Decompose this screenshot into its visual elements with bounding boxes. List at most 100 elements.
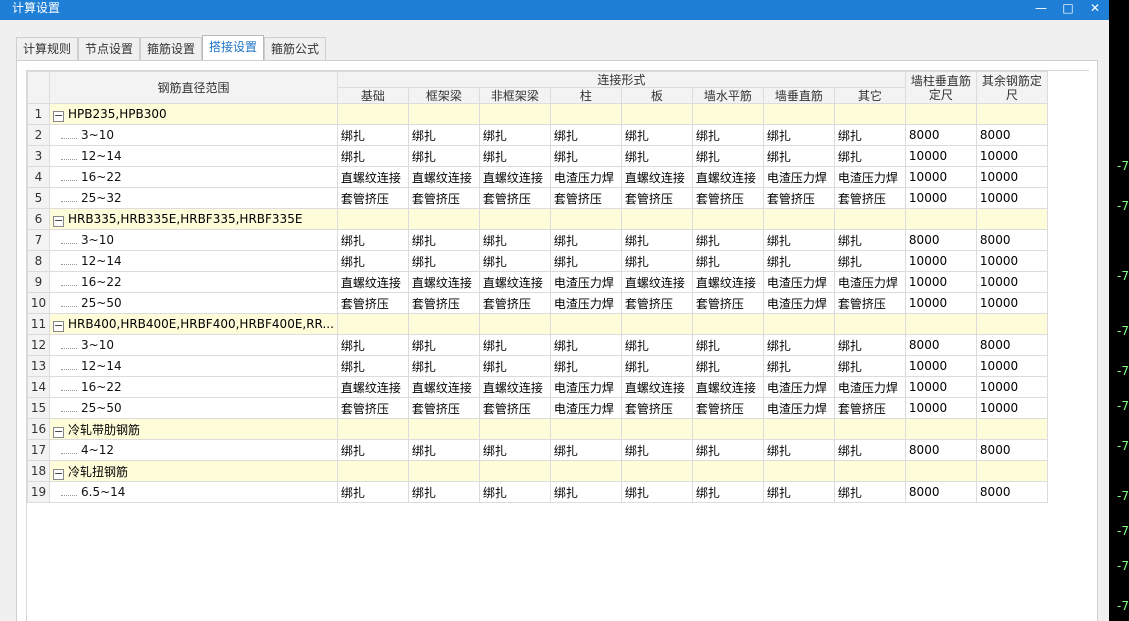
connection-type-cell[interactable]: 绑扎 bbox=[478, 229, 551, 251]
group-name-cell[interactable]: − 冷轧扭钢筋 bbox=[49, 460, 338, 482]
connection-type-cell[interactable]: 直螺纹连接 bbox=[691, 271, 764, 293]
connection-type-cell[interactable]: 绑扎 bbox=[336, 439, 409, 461]
table-row[interactable]: 10 25~50 套管挤压 套管挤压 套管挤压 电渣压力焊 套管挤压 套管挤压 电渣压力焊 套管挤… bbox=[27, 292, 1048, 314]
wall-column-length-cell[interactable]: 10000 bbox=[904, 145, 977, 167]
connection-type-cell[interactable]: 套管挤压 bbox=[478, 397, 551, 419]
group-name-cell[interactable]: − HRB335,HRB335E,HRBF335,HRBF335E bbox=[49, 208, 338, 230]
wall-column-length-cell[interactable]: 8000 bbox=[904, 481, 977, 503]
wall-column-length-cell[interactable]: 8000 bbox=[904, 439, 977, 461]
connection-type-cell[interactable]: 电渣压力焊 bbox=[549, 271, 622, 293]
connection-type-cell[interactable]: 绑扎 bbox=[336, 145, 409, 167]
connection-type-cell[interactable]: 套管挤压 bbox=[336, 292, 409, 314]
connection-type-cell[interactable]: 绑扎 bbox=[762, 250, 835, 272]
connection-type-cell[interactable]: 套管挤压 bbox=[691, 397, 764, 419]
connection-type-cell[interactable]: 直螺纹连接 bbox=[478, 166, 551, 188]
group-name-cell[interactable]: − HPB235,HPB300 bbox=[49, 103, 338, 125]
tab-node-settings[interactable]: 节点设置 bbox=[78, 37, 141, 61]
diameter-range-cell[interactable]: 16~22 bbox=[49, 271, 338, 293]
connection-type-cell[interactable]: 绑扎 bbox=[833, 229, 906, 251]
diameter-range-cell[interactable]: 12~14 bbox=[49, 355, 338, 377]
connection-type-cell[interactable]: 绑扎 bbox=[407, 145, 480, 167]
connection-type-cell[interactable]: 电渣压力焊 bbox=[833, 271, 906, 293]
connection-type-cell[interactable]: 套管挤压 bbox=[478, 292, 551, 314]
connection-type-cell[interactable]: 绑扎 bbox=[478, 145, 551, 167]
connection-type-cell[interactable]: 套管挤压 bbox=[336, 187, 409, 209]
other-length-cell[interactable]: 8000 bbox=[975, 124, 1048, 146]
table-row[interactable]: 15 25~50 套管挤压 套管挤压 套管挤压 电渣压力焊 套管挤压 套管挤压 电渣压力焊 套管挤… bbox=[27, 397, 1048, 419]
connection-type-cell[interactable]: 绑扎 bbox=[620, 124, 693, 146]
maximize-icon[interactable]: □ bbox=[1056, 0, 1080, 18]
connection-type-cell[interactable]: 电渣压力焊 bbox=[833, 376, 906, 398]
connection-type-cell[interactable]: 绑扎 bbox=[407, 355, 480, 377]
connection-type-cell[interactable]: 直螺纹连接 bbox=[620, 376, 693, 398]
connection-type-cell[interactable]: 绑扎 bbox=[620, 334, 693, 356]
table-row[interactable]: 19 6.5~14 绑扎 绑扎 绑扎 绑扎 绑扎 绑扎 绑扎 绑扎 8000 8000 bbox=[27, 481, 1048, 503]
connection-type-cell[interactable]: 直螺纹连接 bbox=[691, 166, 764, 188]
collapse-toggle-icon[interactable]: − bbox=[53, 110, 64, 122]
connection-type-cell[interactable]: 绑扎 bbox=[549, 229, 622, 251]
connection-type-cell[interactable]: 绑扎 bbox=[549, 481, 622, 503]
wall-column-length-cell[interactable]: 8000 bbox=[904, 124, 977, 146]
connection-type-cell[interactable]: 电渣压力焊 bbox=[762, 397, 835, 419]
connection-type-cell[interactable]: 绑扎 bbox=[762, 481, 835, 503]
connection-type-cell[interactable]: 绑扎 bbox=[478, 481, 551, 503]
connection-type-cell[interactable]: 绑扎 bbox=[549, 334, 622, 356]
connection-type-cell[interactable]: 绑扎 bbox=[833, 481, 906, 503]
minimize-icon[interactable]: — bbox=[1029, 0, 1053, 18]
connection-type-cell[interactable]: 绑扎 bbox=[620, 145, 693, 167]
connection-type-cell[interactable]: 直螺纹连接 bbox=[407, 271, 480, 293]
table-row[interactable]: 17 4~12 绑扎 绑扎 绑扎 绑扎 绑扎 绑扎 绑扎 绑扎 8000 8000 bbox=[27, 439, 1048, 461]
connection-type-cell[interactable]: 直螺纹连接 bbox=[478, 376, 551, 398]
table-row[interactable]: 12 3~10 绑扎 绑扎 绑扎 绑扎 绑扎 绑扎 绑扎 绑扎 8000 8000 bbox=[27, 334, 1048, 356]
table-row[interactable]: 3 12~14 绑扎 绑扎 绑扎 绑扎 绑扎 绑扎 绑扎 绑扎 10000 10000 bbox=[27, 145, 1048, 167]
close-icon[interactable]: ✕ bbox=[1083, 0, 1107, 18]
connection-type-cell[interactable]: 套管挤压 bbox=[762, 187, 835, 209]
connection-type-cell[interactable]: 绑扎 bbox=[336, 355, 409, 377]
diameter-range-cell[interactable]: 4~12 bbox=[49, 439, 338, 461]
diameter-range-cell[interactable]: 3~10 bbox=[49, 124, 338, 146]
connection-type-cell[interactable]: 绑扎 bbox=[620, 481, 693, 503]
group-row[interactable]: 11− HRB400,HRB400E,HRBF400,HRBF400E,RR... bbox=[27, 313, 1048, 335]
connection-type-cell[interactable]: 直螺纹连接 bbox=[336, 376, 409, 398]
other-length-cell[interactable]: 10000 bbox=[975, 250, 1048, 272]
connection-type-cell[interactable]: 直螺纹连接 bbox=[407, 166, 480, 188]
diameter-range-cell[interactable]: 25~50 bbox=[49, 292, 338, 314]
connection-type-cell[interactable]: 绑扎 bbox=[833, 334, 906, 356]
connection-type-cell[interactable]: 绑扎 bbox=[478, 124, 551, 146]
connection-type-cell[interactable]: 绑扎 bbox=[762, 355, 835, 377]
tab-stirrup-formula[interactable]: 箍筋公式 bbox=[264, 37, 327, 61]
connection-type-cell[interactable]: 绑扎 bbox=[407, 481, 480, 503]
connection-type-cell[interactable]: 套管挤压 bbox=[549, 187, 622, 209]
table-row[interactable]: 2 3~10 绑扎 绑扎 绑扎 绑扎 绑扎 绑扎 绑扎 绑扎 8000 8000 bbox=[27, 124, 1048, 146]
connection-type-cell[interactable]: 套管挤压 bbox=[691, 292, 764, 314]
connection-type-cell[interactable]: 电渣压力焊 bbox=[549, 397, 622, 419]
other-length-cell[interactable]: 10000 bbox=[975, 355, 1048, 377]
connection-type-cell[interactable]: 电渣压力焊 bbox=[549, 292, 622, 314]
collapse-toggle-icon[interactable]: − bbox=[53, 215, 64, 227]
connection-type-cell[interactable]: 电渣压力焊 bbox=[762, 376, 835, 398]
connection-type-cell[interactable]: 绑扎 bbox=[336, 481, 409, 503]
connection-type-cell[interactable]: 电渣压力焊 bbox=[833, 166, 906, 188]
connection-type-cell[interactable]: 绑扎 bbox=[549, 124, 622, 146]
connection-type-cell[interactable]: 绑扎 bbox=[549, 355, 622, 377]
connection-type-cell[interactable]: 绑扎 bbox=[407, 124, 480, 146]
collapse-toggle-icon[interactable]: − bbox=[53, 468, 64, 480]
connection-type-cell[interactable]: 直螺纹连接 bbox=[620, 271, 693, 293]
connection-type-cell[interactable]: 绑扎 bbox=[833, 250, 906, 272]
connection-type-cell[interactable]: 绑扎 bbox=[762, 439, 835, 461]
other-length-cell[interactable]: 10000 bbox=[975, 145, 1048, 167]
connection-type-cell[interactable]: 电渣压力焊 bbox=[549, 376, 622, 398]
connection-type-cell[interactable]: 电渣压力焊 bbox=[762, 292, 835, 314]
group-row[interactable]: 1− HPB235,HPB300 bbox=[27, 103, 1048, 125]
connection-type-cell[interactable]: 直螺纹连接 bbox=[478, 271, 551, 293]
connection-type-cell[interactable]: 电渣压力焊 bbox=[549, 166, 622, 188]
other-length-cell[interactable]: 8000 bbox=[975, 334, 1048, 356]
connection-type-cell[interactable]: 电渣压力焊 bbox=[762, 166, 835, 188]
connection-type-cell[interactable]: 套管挤压 bbox=[407, 397, 480, 419]
connection-type-cell[interactable]: 绑扎 bbox=[620, 229, 693, 251]
table-row[interactable]: 14 16~22 直螺纹连接 直螺纹连接 直螺纹连接 电渣压力焊 直螺纹连接 直螺纹连接 电渣压… bbox=[27, 376, 1048, 398]
wall-column-length-cell[interactable]: 10000 bbox=[904, 271, 977, 293]
diameter-range-cell[interactable]: 16~22 bbox=[49, 376, 338, 398]
connection-type-cell[interactable]: 绑扎 bbox=[691, 481, 764, 503]
collapse-toggle-icon[interactable]: − bbox=[53, 320, 64, 332]
